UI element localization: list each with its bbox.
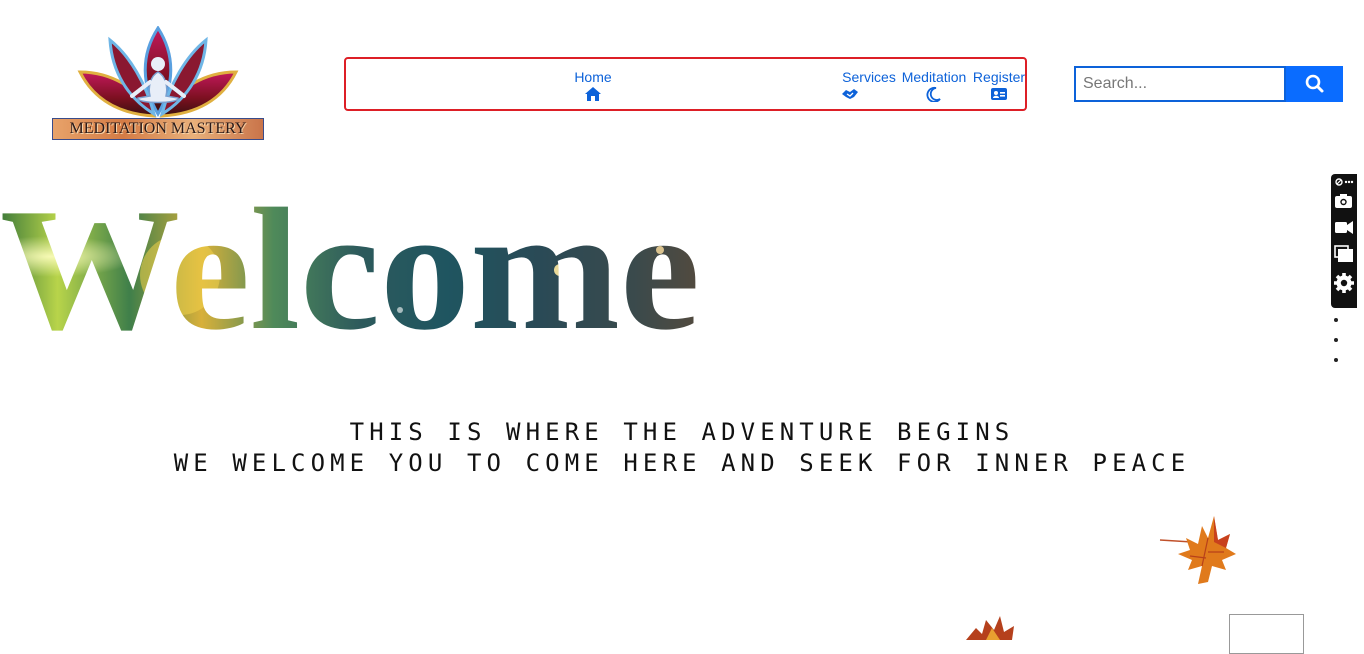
scroll-to-top-box[interactable] <box>1229 614 1304 654</box>
nav-item-label: Register <box>972 69 1026 85</box>
nav-item-services[interactable]: Services <box>841 69 897 102</box>
nav-item-label: Home <box>574 69 612 85</box>
tagline-line-2: WE WELCOME YOU TO COME HERE AND SEEK FOR… <box>173 449 1191 477</box>
more-icon[interactable] <box>1344 180 1354 184</box>
extension-icon[interactable] <box>1335 178 1343 186</box>
id-card-icon <box>991 88 1007 100</box>
side-toolbar <box>1331 174 1357 308</box>
nav-item-label: Services <box>842 69 896 85</box>
nav-item-register[interactable]: Register <box>971 69 1027 102</box>
nav-item-home[interactable]: Home <box>573 69 613 102</box>
nav-item-meditation[interactable]: Meditation <box>900 69 968 102</box>
maple-leaf-icon <box>1159 516 1236 584</box>
gear-icon[interactable] <box>1334 273 1354 293</box>
nav-item-label: Meditation <box>901 69 967 85</box>
scroll-indicator-dot[interactable] <box>1334 318 1338 322</box>
scroll-indicator-dot[interactable] <box>1334 358 1338 362</box>
camera-icon[interactable] <box>1335 194 1352 208</box>
moon-icon <box>926 86 941 102</box>
video-icon[interactable] <box>1335 221 1353 234</box>
lotus-meditation-logo-icon <box>77 26 239 118</box>
tagline-line-1: THIS IS WHERE THE ADVENTURE BEGINS <box>349 418 1015 446</box>
site-logo[interactable]: MEDITATION MASTERY <box>50 26 266 142</box>
logo-text: MEDITATION MASTERY <box>52 118 264 140</box>
home-icon <box>585 87 601 101</box>
search-icon <box>1305 74 1324 93</box>
copy-icon[interactable] <box>1334 245 1353 262</box>
scroll-indicator-dot[interactable] <box>1334 338 1338 342</box>
welcome-heading: Welcome <box>0 180 700 350</box>
maple-leaf-icon <box>966 616 1014 640</box>
handshake-icon <box>842 89 858 99</box>
main-nav: Home Services Meditation Register <box>344 57 1027 111</box>
search-button[interactable] <box>1286 66 1343 102</box>
search-input[interactable] <box>1074 66 1286 102</box>
